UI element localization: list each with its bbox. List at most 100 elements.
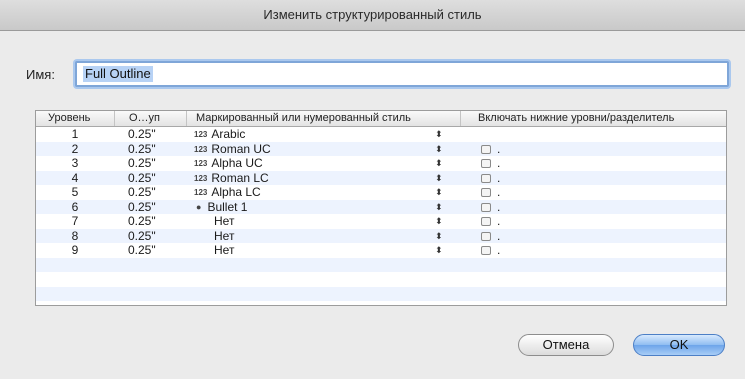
table-row[interactable]: 3 0.25" 123 Alpha UC ⬍. xyxy=(36,156,726,171)
style-popup[interactable]: 123 Roman LC xyxy=(194,171,269,186)
numbering-icon: 123 xyxy=(194,144,208,154)
table-row[interactable]: 8 0.25" Нет ⬍. xyxy=(36,228,726,243)
indent-cell[interactable]: 0.25" xyxy=(128,171,188,185)
style-popup[interactable]: 123 Alpha LC xyxy=(194,185,261,200)
popup-arrows-icon[interactable]: ⬍ xyxy=(435,171,443,185)
level-cell: 2 xyxy=(71,141,79,156)
include-sublevels-checkbox[interactable] xyxy=(481,159,491,168)
include-cell: . xyxy=(481,214,500,228)
indent-cell[interactable]: 0.25" xyxy=(128,142,188,156)
separator-field[interactable]: . xyxy=(497,200,500,214)
separator-field[interactable]: . xyxy=(497,214,500,228)
style-popup[interactable]: Нет xyxy=(194,229,234,243)
numbering-icon: 123 xyxy=(194,173,208,183)
column-header-style[interactable]: Маркированный или нумерованный стиль xyxy=(196,112,411,125)
ok-button[interactable]: OK xyxy=(633,334,725,356)
indent-cell[interactable]: 0.25" xyxy=(128,185,188,199)
style-label: Нет xyxy=(214,243,235,257)
column-header-level[interactable]: Уровень xyxy=(48,112,90,125)
level-cell: 1 xyxy=(71,127,79,141)
style-popup[interactable]: 123 Roman UC xyxy=(194,142,271,157)
table-row[interactable]: 7 0.25" Нет ⬍. xyxy=(36,214,726,229)
style-label: Roman UC xyxy=(211,141,271,156)
table-header: Уровень О…уп Маркированный или нумерован… xyxy=(36,111,726,127)
indent-cell[interactable]: 0.25" xyxy=(128,229,188,243)
style-label: Arabic xyxy=(211,127,246,141)
include-sublevels-checkbox[interactable] xyxy=(481,217,491,226)
indent-cell[interactable]: 0.25" xyxy=(128,200,188,214)
include-cell: . xyxy=(481,142,500,156)
include-sublevels-checkbox[interactable] xyxy=(481,246,491,255)
level-cell: 8 xyxy=(71,228,79,243)
level-cell: 4 xyxy=(71,170,79,185)
name-label: Имя: xyxy=(26,67,55,82)
popup-arrows-icon[interactable]: ⬍ xyxy=(435,200,443,214)
indent-cell[interactable]: 0.25" xyxy=(128,243,188,257)
include-sublevels-checkbox[interactable] xyxy=(481,231,491,241)
empty-row xyxy=(36,257,726,272)
style-label: Alpha UC xyxy=(211,156,263,170)
popup-arrows-icon[interactable]: ⬍ xyxy=(435,185,443,199)
title-bar[interactable]: Изменить структурированный стиль xyxy=(0,0,745,31)
include-cell: . xyxy=(481,229,500,243)
style-popup[interactable]: 123 Alpha UC xyxy=(194,156,263,171)
numbering-icon: 123 xyxy=(194,130,208,139)
style-label: Alpha LC xyxy=(211,185,261,199)
empty-row xyxy=(36,286,726,301)
include-cell: . xyxy=(481,200,500,214)
style-popup[interactable]: 123 Arabic xyxy=(194,127,245,142)
separator-field[interactable]: . xyxy=(497,229,500,243)
separator-field[interactable]: . xyxy=(497,171,500,185)
cancel-button[interactable]: Отмена xyxy=(518,334,614,356)
name-input[interactable]: Full Outline xyxy=(75,61,729,87)
table-row[interactable]: 4 0.25" 123 Roman LC ⬍. xyxy=(36,170,726,186)
popup-arrows-icon[interactable]: ⬍ xyxy=(435,127,443,141)
table-row[interactable]: 5 0.25" 123 Alpha LC ⬍. xyxy=(36,185,726,200)
style-popup[interactable]: Нет xyxy=(194,214,234,228)
level-cell: 6 xyxy=(71,199,79,214)
separator-field[interactable]: . xyxy=(497,142,500,156)
indent-cell[interactable]: 0.25" xyxy=(128,127,188,141)
style-label: Нет xyxy=(214,228,235,243)
include-sublevels-checkbox[interactable] xyxy=(481,173,491,183)
level-cell: 9 xyxy=(71,243,79,257)
numbering-icon: 123 xyxy=(194,159,208,168)
popup-arrows-icon[interactable]: ⬍ xyxy=(435,243,443,257)
include-cell: . xyxy=(481,156,500,170)
column-header-include[interactable]: Включать нижние уровни/разделитель xyxy=(478,112,674,125)
table-row[interactable]: 1 0.25" 123 Arabic ⬍ xyxy=(36,127,726,142)
separator-field[interactable]: . xyxy=(497,185,500,199)
style-label: Roman LC xyxy=(211,170,269,185)
popup-arrows-icon[interactable]: ⬍ xyxy=(435,214,443,228)
indent-cell[interactable]: 0.25" xyxy=(128,156,188,170)
table-row[interactable]: 2 0.25" 123 Roman UC ⬍. xyxy=(36,141,726,157)
column-divider[interactable] xyxy=(460,111,461,126)
include-sublevels-checkbox[interactable] xyxy=(481,188,491,197)
table-row[interactable]: 6 0.25" ● Bullet 1 ⬍. xyxy=(36,199,726,214)
bullet-icon: ● xyxy=(196,201,202,212)
column-header-indent[interactable]: О…уп xyxy=(129,112,160,125)
popup-arrows-icon[interactable]: ⬍ xyxy=(435,156,443,170)
include-sublevels-checkbox[interactable] xyxy=(481,202,491,212)
include-cell: . xyxy=(481,171,500,185)
indent-cell[interactable]: 0.25" xyxy=(128,214,188,228)
style-label: Bullet 1 xyxy=(207,199,248,214)
numbering-icon: 123 xyxy=(194,188,208,197)
include-sublevels-checkbox[interactable] xyxy=(481,144,491,154)
style-popup[interactable]: Нет xyxy=(194,243,234,257)
table-body: 1 0.25" 123 Arabic ⬍ 2 0.25" 123 Roman UC ⬍. 3 0.25… xyxy=(36,127,726,301)
column-divider[interactable] xyxy=(186,111,187,126)
window-title: Изменить структурированный стиль xyxy=(263,7,482,22)
separator-field[interactable]: . xyxy=(497,243,500,257)
table-row[interactable]: 9 0.25" Нет ⬍. xyxy=(36,243,726,258)
include-cell: . xyxy=(481,185,500,199)
column-divider[interactable] xyxy=(114,111,115,126)
style-popup[interactable]: ● Bullet 1 xyxy=(194,200,247,214)
style-label: Нет xyxy=(214,214,235,228)
level-cell: 7 xyxy=(71,214,79,228)
edit-outline-style-dialog: Изменить структурированный стиль Имя: Fu… xyxy=(0,0,745,379)
level-cell: 3 xyxy=(71,156,79,170)
separator-field[interactable]: . xyxy=(497,156,500,170)
popup-arrows-icon[interactable]: ⬍ xyxy=(435,142,443,156)
popup-arrows-icon[interactable]: ⬍ xyxy=(435,229,443,243)
